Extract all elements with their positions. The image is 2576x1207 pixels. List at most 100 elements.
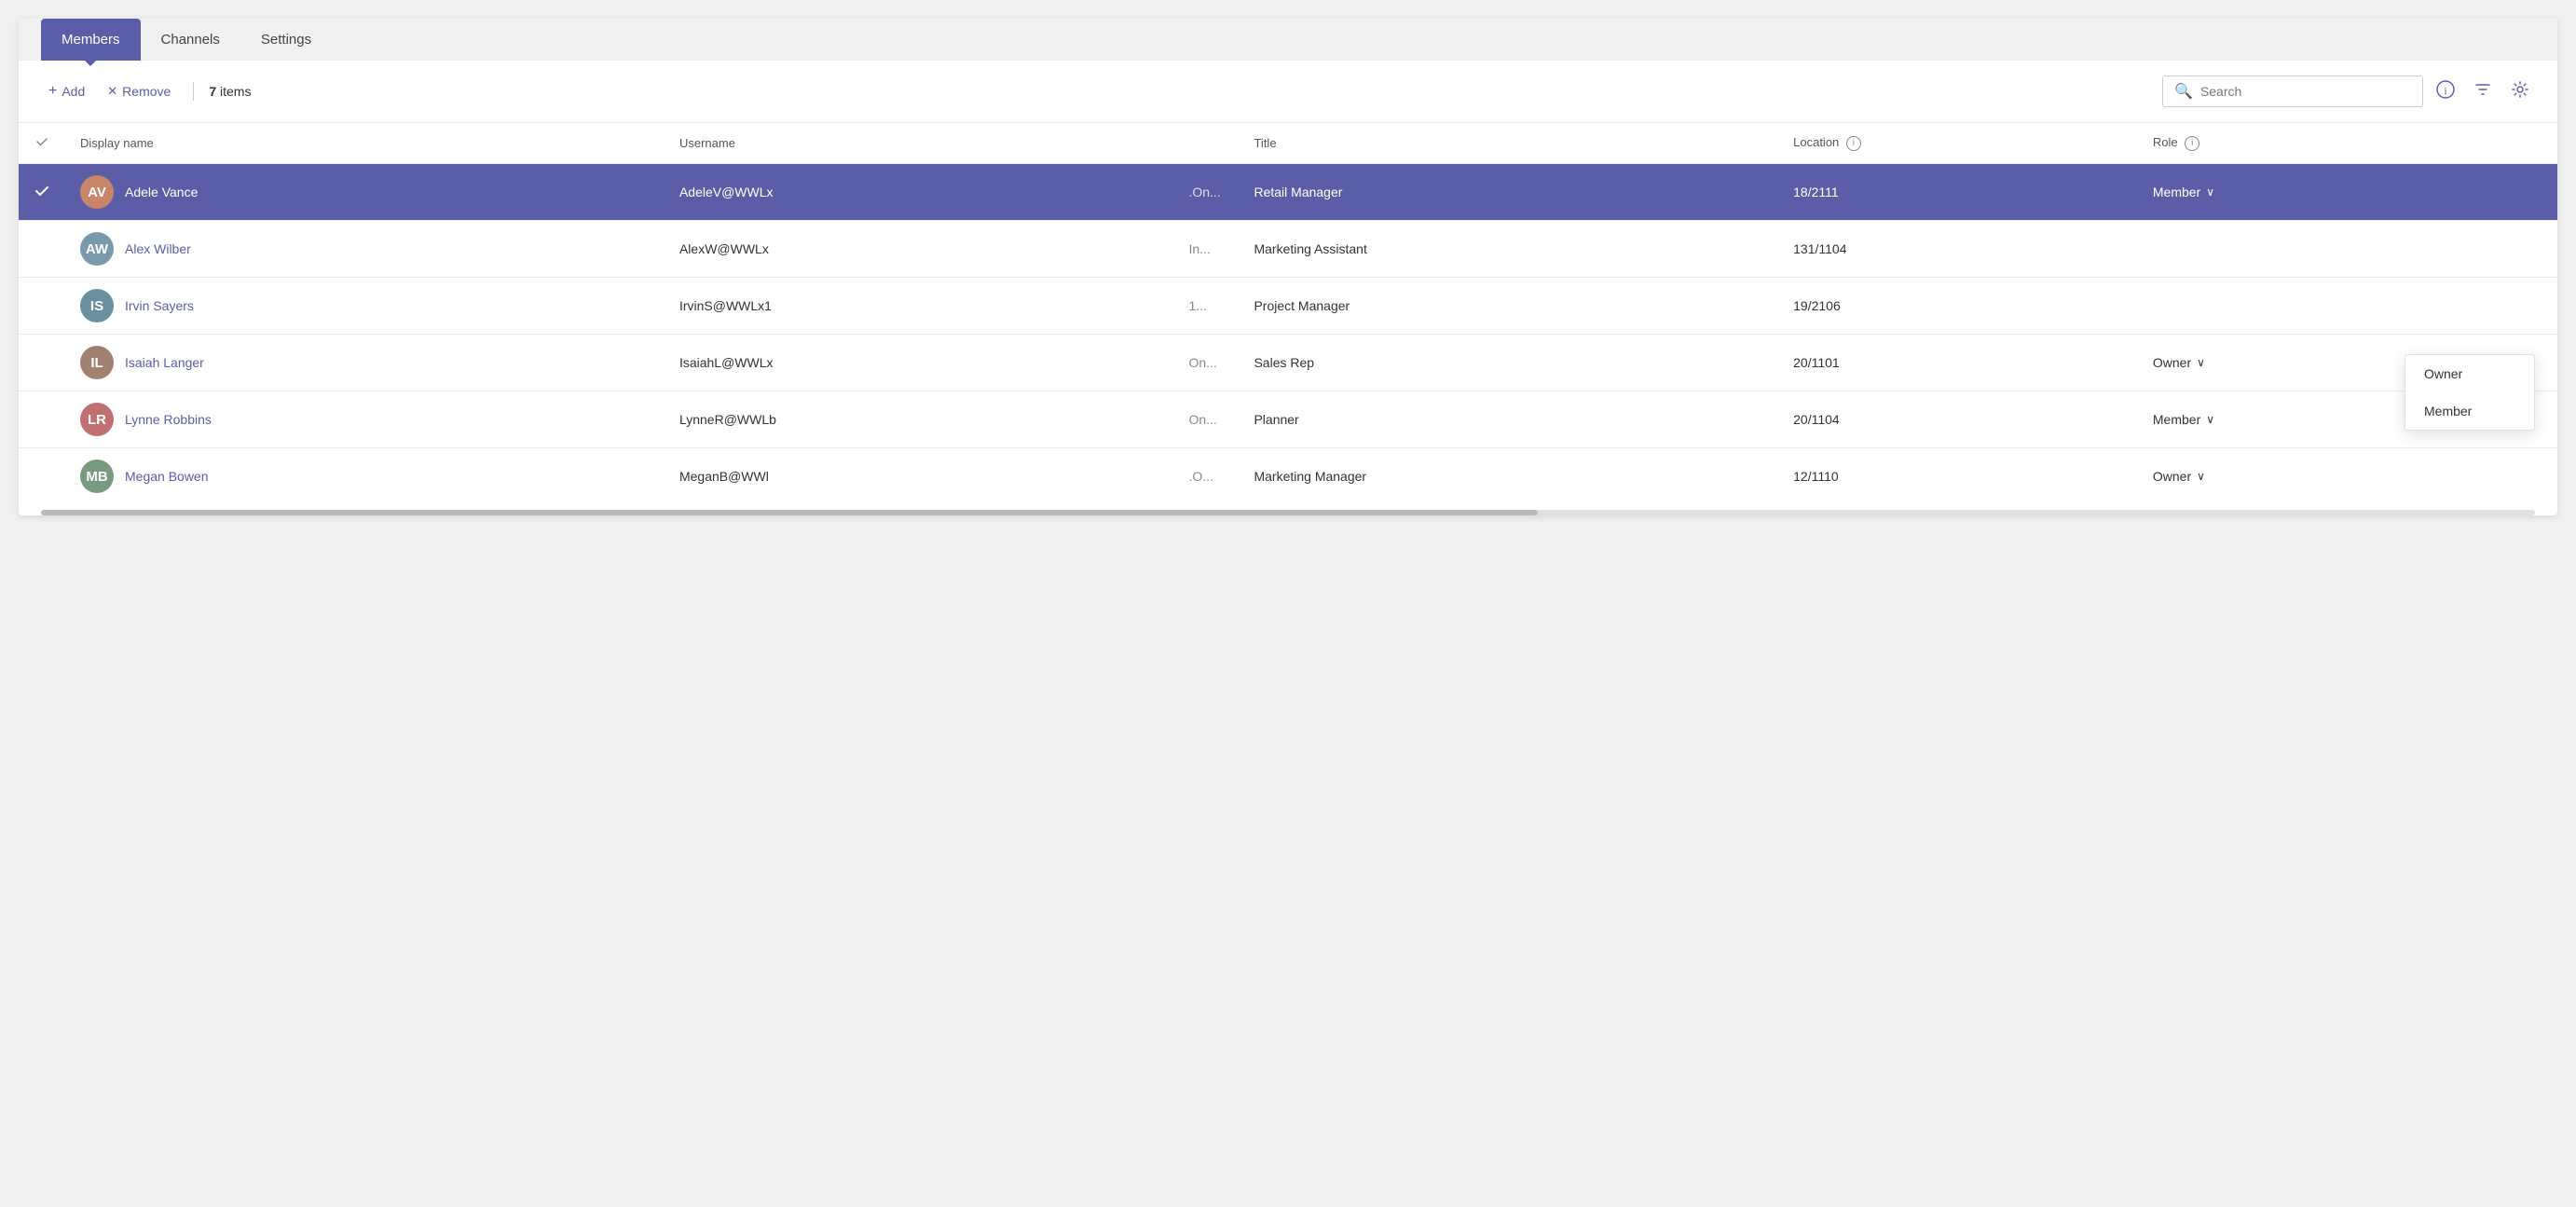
location-info-icon[interactable]: i xyxy=(1846,136,1861,151)
items-count: 7 items xyxy=(209,84,251,99)
main-container: Members Channels Settings + Add ✕ Remove… xyxy=(19,19,2557,515)
add-button[interactable]: + Add xyxy=(41,79,92,103)
table-row[interactable]: IS Irvin Sayers IrvinS@WWLx11...Project … xyxy=(19,278,2557,335)
row-display-name: IS Irvin Sayers xyxy=(65,278,665,335)
row-checkbox[interactable] xyxy=(19,448,65,505)
table-row[interactable]: AV Adele Vance AdeleV@WWLx.On...Retail M… xyxy=(19,164,2557,221)
avatar: IS xyxy=(80,289,114,322)
dropdown-owner[interactable]: Owner xyxy=(2405,355,2534,392)
row-display-name: AW Alex Wilber xyxy=(65,221,665,278)
avatar: LR xyxy=(80,403,114,436)
row-display-name: IL Isaiah Langer xyxy=(65,335,665,391)
col-domain xyxy=(1173,123,1239,164)
row-role[interactable]: Owner ∨ xyxy=(2138,448,2557,505)
avatar: MB xyxy=(80,459,114,493)
display-name-text: Megan Bowen xyxy=(125,469,209,484)
display-name-text: Adele Vance xyxy=(125,185,198,199)
col-display-name: Display name xyxy=(65,123,665,164)
role-cell[interactable]: Member ∨ xyxy=(2153,185,2542,199)
col-check xyxy=(19,123,65,164)
toolbar-divider xyxy=(193,82,194,101)
row-title: Project Manager xyxy=(1239,278,1778,335)
tab-settings[interactable]: Settings xyxy=(240,19,332,61)
row-domain: On... xyxy=(1173,335,1239,391)
row-domain: On... xyxy=(1173,391,1239,448)
col-role: Role i xyxy=(2138,123,2557,164)
check-all-icon xyxy=(34,134,49,149)
row-checkbox[interactable] xyxy=(19,335,65,391)
row-domain: .On... xyxy=(1173,164,1239,221)
row-username: AlexW@WWLx xyxy=(665,221,1174,278)
row-checkbox[interactable] xyxy=(19,164,65,221)
info-icon: i xyxy=(2436,80,2455,99)
scroll-thumb[interactable] xyxy=(41,510,1538,515)
display-name-text: Alex Wilber xyxy=(125,241,191,256)
avatar: AW xyxy=(80,232,114,266)
table-row[interactable]: LR Lynne Robbins LynneR@WWLbOn...Planner… xyxy=(19,391,2557,448)
role-info-icon[interactable]: i xyxy=(2185,136,2199,151)
row-domain: .O... xyxy=(1173,448,1239,505)
row-checkbox[interactable] xyxy=(19,221,65,278)
row-username: IrvinS@WWLx1 xyxy=(665,278,1174,335)
row-role[interactable]: Member ∨ xyxy=(2138,164,2557,221)
search-icon: 🔍 xyxy=(2174,82,2193,101)
tab-members[interactable]: Members xyxy=(41,19,141,61)
role-text: Member xyxy=(2153,412,2200,427)
chevron-down-icon: ∨ xyxy=(2197,470,2205,483)
add-label: Add xyxy=(62,84,85,99)
table-row[interactable]: MB Megan Bowen MeganB@WWl.O...Marketing … xyxy=(19,448,2557,505)
row-location: 20/1104 xyxy=(1778,391,2138,448)
row-title: Marketing Manager xyxy=(1239,448,1778,505)
settings-button[interactable] xyxy=(2505,76,2535,107)
row-title: Sales Rep xyxy=(1239,335,1778,391)
remove-button[interactable]: ✕ Remove xyxy=(100,80,178,103)
tabs-bar: Members Channels Settings xyxy=(19,19,2557,61)
col-username: Username xyxy=(665,123,1174,164)
row-username: IsaiahL@WWLx xyxy=(665,335,1174,391)
row-checkbox[interactable] xyxy=(19,391,65,448)
table-row[interactable]: IL Isaiah Langer IsaiahL@WWLxOn...Sales … xyxy=(19,335,2557,391)
filter-button[interactable] xyxy=(2468,76,2498,107)
role-text: Owner xyxy=(2153,469,2191,484)
plus-icon: + xyxy=(48,83,57,100)
role-text: Owner xyxy=(2153,355,2191,370)
display-name-text: Lynne Robbins xyxy=(125,412,212,427)
gear-icon xyxy=(2511,80,2529,99)
tab-channels[interactable]: Channels xyxy=(141,19,240,61)
row-domain: 1... xyxy=(1173,278,1239,335)
row-domain: In... xyxy=(1173,221,1239,278)
dropdown-member[interactable]: Member xyxy=(2405,392,2534,430)
chevron-down-icon: ∨ xyxy=(2197,356,2205,369)
table-row[interactable]: AW Alex Wilber AlexW@WWLxIn...Marketing … xyxy=(19,221,2557,278)
row-display-name: AV Adele Vance xyxy=(65,164,665,221)
chevron-down-icon: ∨ xyxy=(2206,413,2214,426)
row-role[interactable] xyxy=(2138,278,2557,335)
chevron-down-icon: ∨ xyxy=(2206,185,2214,199)
row-role[interactable] xyxy=(2138,221,2557,278)
row-checkbox[interactable] xyxy=(19,278,65,335)
row-location: 18/2111 xyxy=(1778,164,2138,221)
row-display-name: LR Lynne Robbins xyxy=(65,391,665,448)
row-location: 20/1101 xyxy=(1778,335,2138,391)
svg-text:i: i xyxy=(2444,84,2447,97)
scroll-track xyxy=(41,510,2535,515)
members-table: Display name Username Title Location i R… xyxy=(19,123,2557,504)
col-title: Title xyxy=(1239,123,1778,164)
avatar: IL xyxy=(80,346,114,379)
col-location: Location i xyxy=(1778,123,2138,164)
cross-icon: ✕ xyxy=(107,84,117,99)
row-title: Planner xyxy=(1239,391,1778,448)
row-title: Retail Manager xyxy=(1239,164,1778,221)
display-name-text: Isaiah Langer xyxy=(125,355,204,370)
row-username: MeganB@WWl xyxy=(665,448,1174,505)
role-cell[interactable]: Owner ∨ xyxy=(2153,469,2542,484)
row-location: 12/1110 xyxy=(1778,448,2138,505)
search-input[interactable] xyxy=(2200,84,2411,99)
remove-label: Remove xyxy=(122,84,171,99)
row-username: LynneR@WWLb xyxy=(665,391,1174,448)
avatar: AV xyxy=(80,175,114,209)
info-button[interactable]: i xyxy=(2431,76,2460,107)
row-location: 131/1104 xyxy=(1778,221,2138,278)
row-location: 19/2106 xyxy=(1778,278,2138,335)
row-title: Marketing Assistant xyxy=(1239,221,1778,278)
